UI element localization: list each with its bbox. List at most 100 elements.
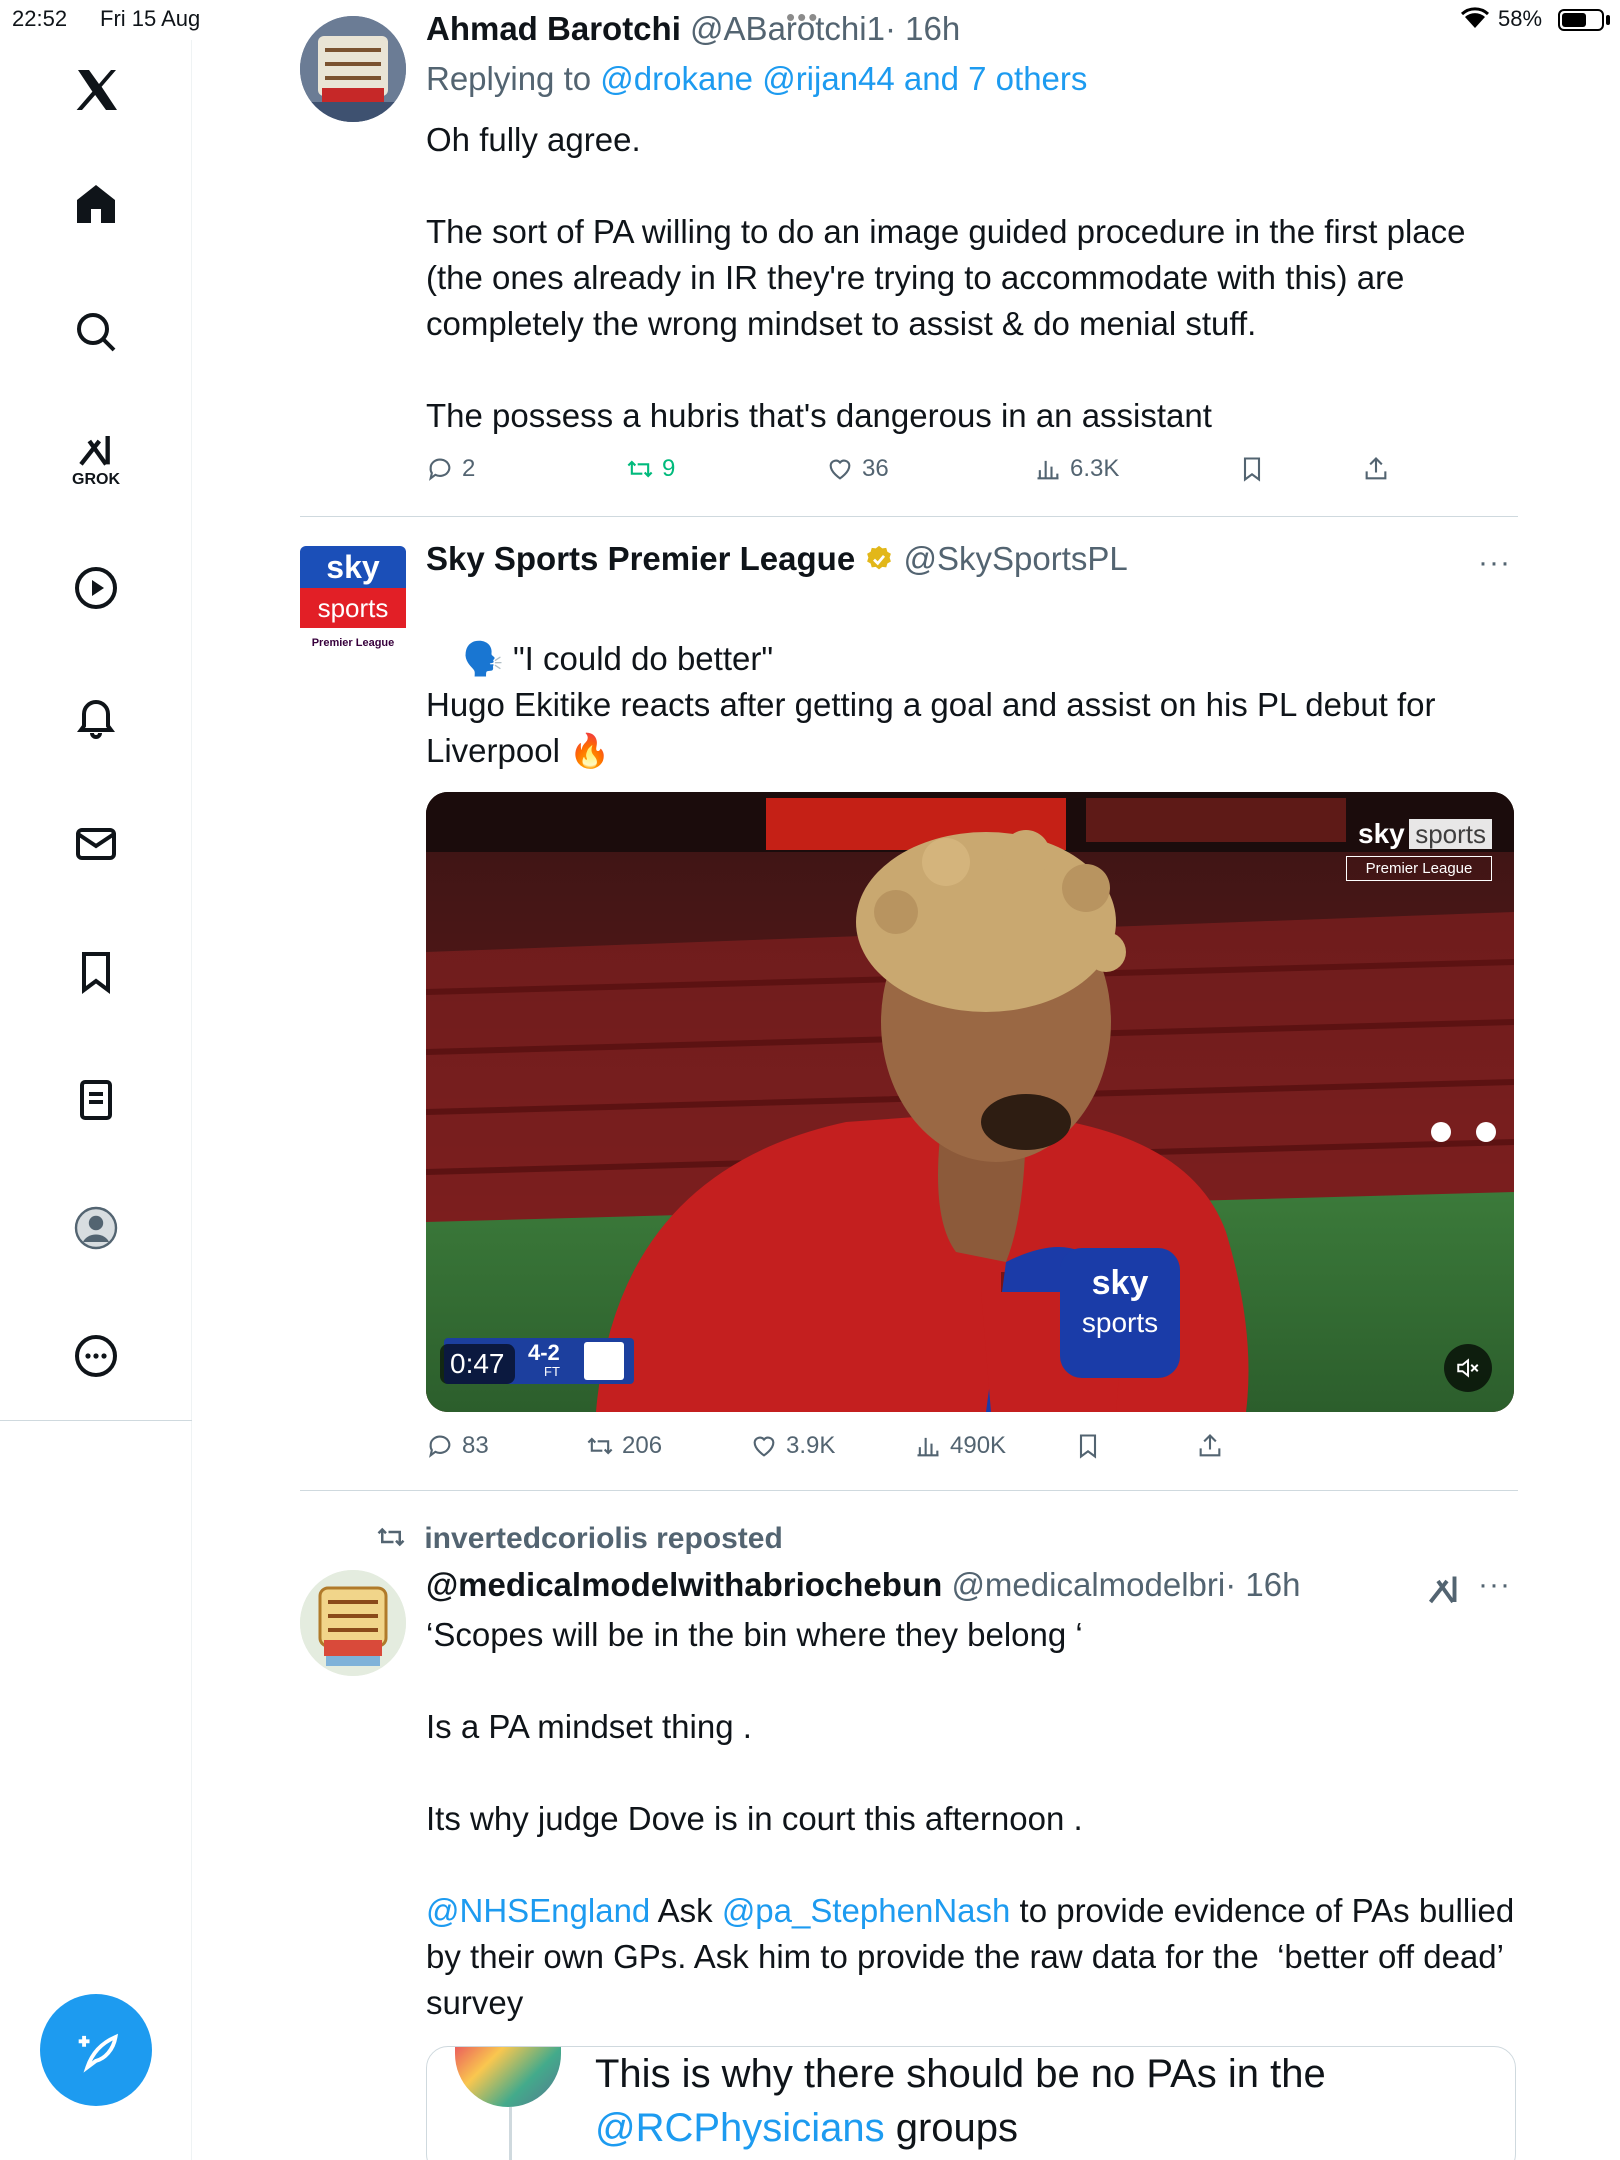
bell-icon[interactable] (60, 680, 132, 752)
lists-icon[interactable] (60, 1064, 132, 1136)
muted-speaker-icon (1457, 1358, 1479, 1378)
home-icon[interactable] (60, 168, 132, 240)
like-button[interactable]: 36 (826, 455, 889, 483)
profile-icon[interactable] (60, 1192, 132, 1264)
sidebar-divider (0, 1420, 192, 1421)
grok-explain-icon[interactable] (1426, 1572, 1462, 1613)
avatar[interactable] (300, 1570, 406, 1676)
video-duration: 0:47 (440, 1344, 515, 1384)
repost-context: invertedcoriolis reposted (376, 1522, 783, 1556)
tweet-text-line1: ‘Scopes will be in the bin where they be… (426, 1616, 1083, 1653)
tweet-divider (300, 1490, 1518, 1491)
reply-to-link[interactable]: @drokane @rijan44 and 7 others (600, 60, 1087, 97)
verified-badge-icon[interactable] (864, 544, 894, 574)
author-name[interactable]: Sky Sports Premier League (426, 540, 855, 577)
views-button[interactable]: 6.3K (1034, 455, 1119, 483)
tweet-header: @medicalmodelwithabriochebun @medicalmod… (426, 1566, 1300, 1604)
tweet-text-line2: Is a PA mindset thing . (426, 1708, 752, 1745)
compose-button[interactable] (40, 1994, 152, 2106)
grok-label: GROK (72, 471, 120, 488)
tweet-text: Oh fully agree. The sort of PA willing t… (426, 121, 1466, 434)
tweet-text-line3: Its why judge Dove is in court this afte… (426, 1800, 1083, 1837)
quoted-tweet[interactable]: This is why there should be no PAs in th… (426, 2046, 1516, 2160)
avatar[interactable]: sky sports Premier League (300, 546, 406, 670)
logo-pl-text: Premier League (1346, 856, 1492, 881)
share-icon (1199, 1434, 1221, 1457)
repost-count: 206 (622, 1432, 663, 1459)
more-icon[interactable] (60, 1320, 132, 1392)
like-count: 36 (862, 455, 889, 482)
mention-link[interactable]: @RCPhysicians (595, 2106, 885, 2150)
tweet-2[interactable]: sky sports Premier League Sky Sports Pre… (300, 520, 1518, 1492)
quoted-text-line: This is why there should be no PAs in th… (595, 2052, 1326, 2096)
status-date: Fri 15 Aug (100, 6, 201, 31)
mention-link[interactable]: @NHSEngland (426, 1892, 650, 1929)
repost-icon (627, 460, 653, 478)
reply-icon (429, 458, 451, 481)
tweet-1[interactable]: Ahmad Barotchi @ABarotchi1· 16h Replying… (300, 0, 1518, 518)
mail-icon[interactable] (60, 808, 132, 880)
search-icon[interactable] (60, 296, 132, 368)
bookmark-icon[interactable] (60, 936, 132, 1008)
thread-line (509, 2107, 512, 2160)
more-options-icon[interactable]: ··· (1478, 1568, 1511, 1602)
quoted-text-tail: groups (884, 2106, 1018, 2150)
reply-button[interactable]: 83 (426, 1432, 489, 1460)
views-icon (917, 1437, 939, 1457)
tweet-3[interactable]: invertedcoriolis reposted @medicalmodelw… (300, 1494, 1518, 2160)
author-handle[interactable]: @ABarotchi1 (690, 10, 885, 47)
x-logo-icon[interactable] (60, 54, 132, 126)
mute-button[interactable] (1444, 1344, 1492, 1392)
sky-microphone: sky sports (1060, 1248, 1180, 1378)
author-handle[interactable]: @medicalmodelbri (951, 1566, 1225, 1603)
avatar-sky-text: sky (300, 546, 406, 588)
reply-button[interactable]: 2 (426, 455, 475, 483)
share-button[interactable] (1362, 455, 1390, 483)
tweet-divider (300, 516, 1518, 517)
status-time: 22:52 (12, 6, 68, 31)
tweet-text-fragment: Ask (650, 1892, 722, 1929)
views-button[interactable]: 490K (914, 1432, 1006, 1460)
repost-label[interactable]: invertedcoriolis reposted (424, 1522, 782, 1555)
share-icon (1365, 457, 1387, 480)
bookmark-icon (1079, 1434, 1097, 1459)
grok-icon[interactable]: GROK (60, 424, 132, 496)
like-button[interactable]: 3.9K (750, 1432, 835, 1460)
repost-button[interactable]: 9 (626, 455, 675, 483)
mic-sports-text: sports (1081, 1307, 1159, 1338)
quoted-text: This is why there should be no PAs in th… (595, 2047, 1326, 2155)
bookmark-icon (1243, 457, 1261, 482)
avatar[interactable] (300, 16, 406, 122)
mention-link[interactable]: @pa_StephenNash (722, 1892, 1011, 1929)
battery-cap (1606, 15, 1610, 25)
video-overlay: sky sports sky sports Premier League 4-2… (426, 792, 1514, 1412)
speaking-head-icon: 🗣️ (462, 640, 504, 677)
avatar-sports-text: sports (300, 588, 406, 628)
reply-prefix: Replying to (426, 60, 601, 97)
more-options-icon[interactable]: ··· (1478, 546, 1511, 580)
tweet-text-line4: @NHSEngland Ask @pa_StephenNash to provi… (426, 1888, 1516, 2026)
author-name[interactable]: Ahmad Barotchi (426, 10, 681, 47)
author-name[interactable]: @medicalmodelwithabriochebun (426, 1566, 942, 1603)
score-status: FT (544, 1364, 560, 1379)
author-handle[interactable]: @SkySportsPL (904, 540, 1128, 577)
repost-button[interactable]: 206 (586, 1432, 662, 1460)
compose-icon (78, 2033, 119, 2073)
quoted-avatar (455, 2047, 561, 2107)
bookmark-button[interactable] (1238, 455, 1266, 483)
reply-count: 83 (462, 1432, 489, 1459)
reply-icon (429, 1435, 451, 1458)
view-count: 490K (950, 1432, 1007, 1459)
video-player[interactable]: sky sports sky sports Premier League 4-2… (426, 792, 1514, 1412)
heart-icon (829, 459, 851, 480)
bookmark-button[interactable] (1074, 1432, 1102, 1460)
logo-sports-text: sports (1409, 819, 1492, 849)
heart-icon (753, 1436, 775, 1457)
video-icon[interactable] (60, 552, 132, 624)
bournemouth-crest-icon (584, 1342, 624, 1380)
tweet-time[interactable]: · 16h (885, 10, 960, 47)
avatar-pl-text: Premier League (300, 628, 406, 658)
tweet-time[interactable]: · 16h (1225, 1566, 1300, 1603)
reply-count: 2 (462, 455, 476, 482)
share-button[interactable] (1196, 1432, 1224, 1460)
